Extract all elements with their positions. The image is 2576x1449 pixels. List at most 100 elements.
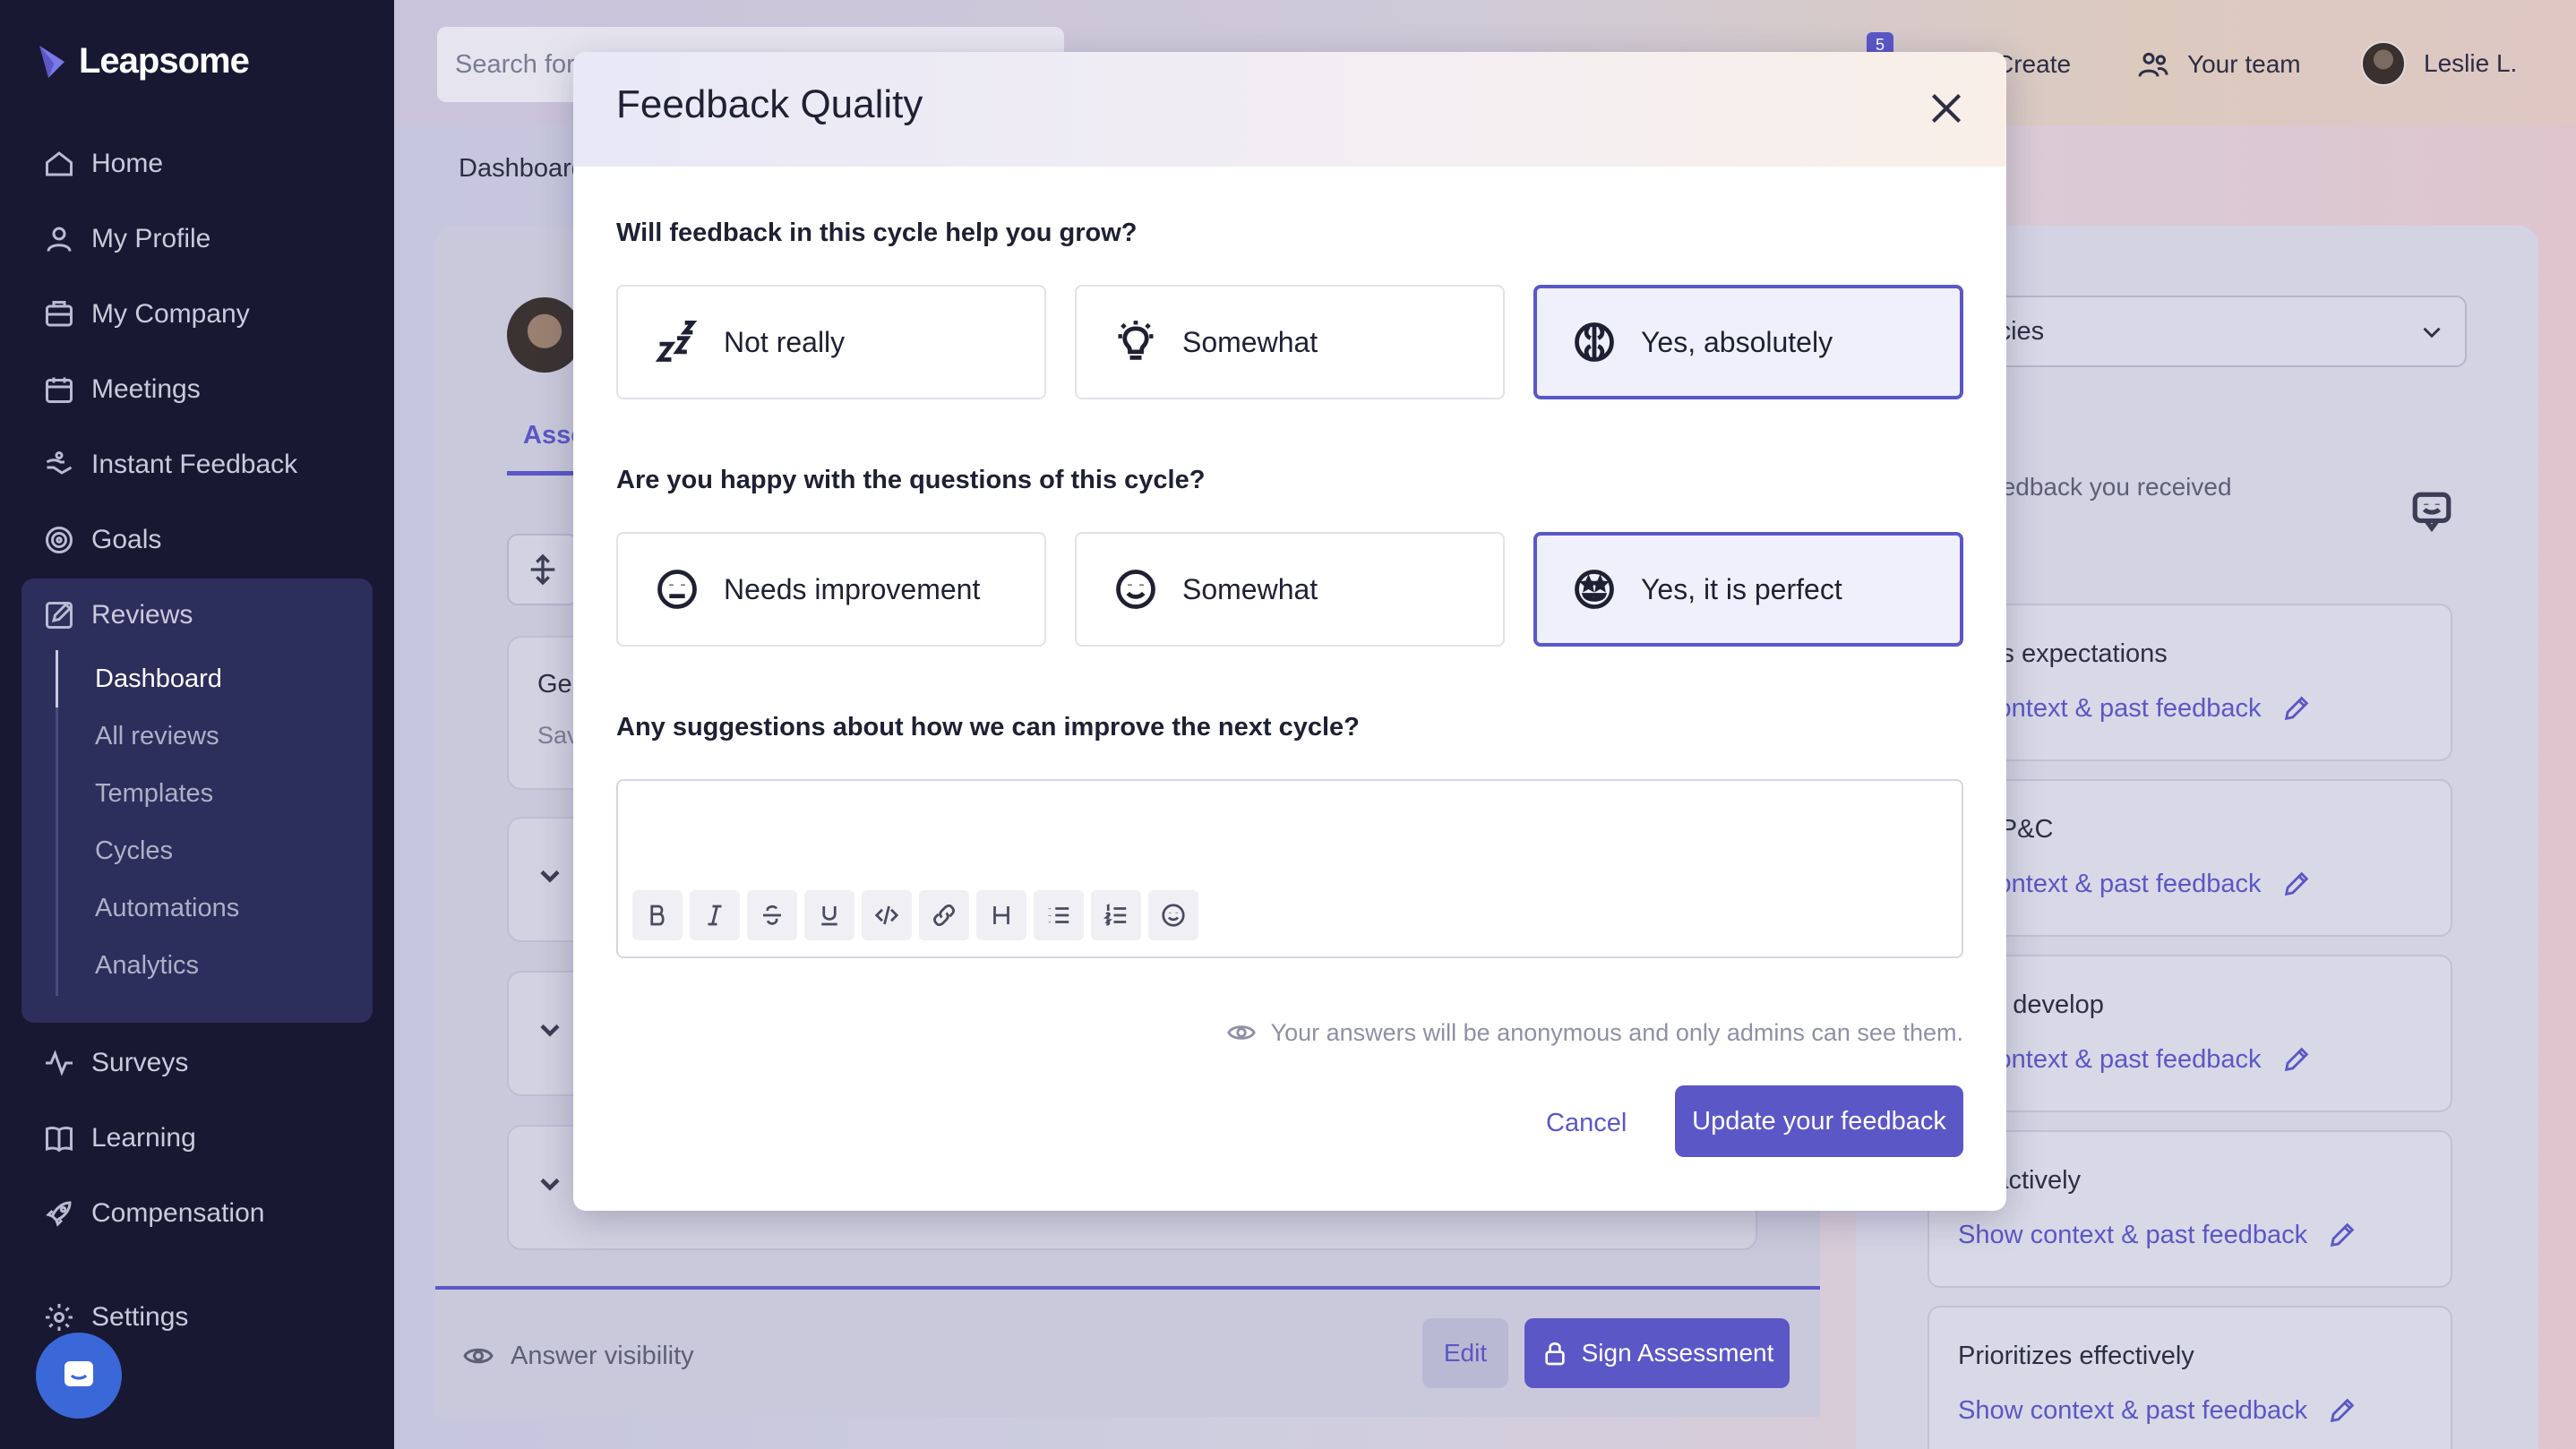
link-icon	[933, 905, 955, 926]
sidebar-subitem-analytics[interactable]: Analytics	[95, 951, 199, 981]
sign-assessment-label: Sign Assessment	[1581, 1339, 1774, 1367]
suggestions-editor[interactable]	[616, 779, 1963, 958]
create-button[interactable]: Create	[1996, 50, 2071, 79]
building-icon	[46, 301, 73, 327]
chevron-down-icon	[540, 1178, 560, 1191]
sidebar-item-learning[interactable]: Learning	[43, 1116, 196, 1161]
link-label: Show context & past feedback	[1958, 1395, 2308, 1425]
calendar-icon	[46, 377, 73, 403]
answer-visibility-toggle[interactable]: Answer visibility	[462, 1340, 694, 1372]
submenu-active-indicator	[56, 650, 58, 707]
eye-icon	[463, 1348, 494, 1364]
sidebar-item-my-profile[interactable]: My Profile	[43, 217, 210, 262]
sidebar-item-goals[interactable]: Goals	[43, 518, 161, 562]
bold-button[interactable]	[632, 890, 683, 940]
answer-visibility-label: Answer visibility	[511, 1341, 694, 1370]
sidebar-item-meetings[interactable]: Meetings	[43, 367, 201, 412]
question-happy: Are you happy with the questions of this…	[616, 466, 1206, 494]
option-yes-absolutely[interactable]: Yes, absolutely	[1533, 285, 1963, 399]
emoji-icon	[1162, 904, 1185, 927]
expand-collapse-button[interactable]	[507, 534, 579, 605]
sidebar-item-reviews[interactable]: Reviews	[43, 593, 193, 638]
formatting-toolbar	[632, 890, 1198, 940]
avatar	[2361, 41, 2406, 86]
sidebar-subitem-all-reviews[interactable]: All reviews	[95, 722, 219, 751]
team-icon	[2138, 52, 2168, 77]
close-icon[interactable]	[1924, 86, 1969, 131]
expand-icon	[530, 553, 555, 586]
code-button[interactable]	[862, 890, 912, 940]
sidebar-item-home[interactable]: Home	[43, 141, 163, 186]
chevron-down-icon	[2423, 327, 2441, 339]
bullet-list-button[interactable]	[1034, 890, 1084, 940]
sidebar-item-label: Settings	[91, 1302, 189, 1332]
lightbulb-icon	[1118, 321, 1154, 360]
rocket-icon	[46, 1201, 72, 1227]
bold-icon	[650, 905, 665, 926]
target-icon	[46, 527, 73, 553]
card-title: Ge	[537, 670, 572, 699]
emoji-button[interactable]	[1148, 890, 1198, 940]
breadcrumb[interactable]: Dashboard	[459, 154, 586, 184]
feedback-quality-modal: Feedback Quality Will feedback in this c…	[573, 52, 2006, 1211]
user-name: Leslie L.	[2424, 49, 2518, 77]
sidebar-item-instant-feedback[interactable]: Instant Feedback	[43, 442, 297, 487]
sidebar-item-label: Meetings	[91, 374, 201, 404]
chevron-down-icon	[540, 1024, 560, 1037]
your-team-button[interactable]: Your team	[2135, 47, 2301, 82]
hand-icon	[46, 451, 73, 475]
sidebar-subitem-automations[interactable]: Automations	[95, 894, 239, 923]
message-smile-icon[interactable]	[2409, 489, 2454, 534]
sidebar-subitem-dashboard[interactable]: Dashboard	[95, 664, 222, 694]
cancel-button[interactable]: Cancel	[1546, 1109, 1627, 1138]
sidebar-item-label: Compensation	[91, 1198, 265, 1228]
suggestions-text[interactable]	[636, 799, 1944, 870]
heading-button[interactable]	[976, 890, 1026, 940]
sidebar-subitem-templates[interactable]: Templates	[95, 779, 213, 809]
edit-button[interactable]: Edit	[1422, 1318, 1508, 1388]
sidebar-item-compensation[interactable]: Compensation	[43, 1191, 264, 1236]
option-label: Somewhat	[1182, 325, 1318, 358]
sidebar-subitem-cycles[interactable]: Cycles	[95, 836, 173, 866]
show-context-link[interactable]: Show context & past feedback	[1958, 1395, 2357, 1426]
underline-button[interactable]	[804, 890, 854, 940]
star-eyes-face-icon	[1575, 570, 1614, 609]
pencil-icon[interactable]	[2281, 1044, 2312, 1075]
option-somewhat-happy[interactable]: Somewhat	[1075, 532, 1505, 647]
sidebar-item-label: My Profile	[91, 224, 211, 253]
show-context-link[interactable]: w context & past feedback	[1958, 869, 2312, 899]
chat-launcher-button[interactable]	[36, 1333, 122, 1419]
logo[interactable]: Leapsome	[36, 41, 250, 81]
leapsome-logo-icon	[39, 45, 64, 78]
italic-icon	[708, 905, 722, 926]
option-yes-perfect[interactable]: Yes, it is perfect	[1533, 532, 1963, 647]
numbered-list-button[interactable]	[1091, 890, 1141, 940]
sign-assessment-button[interactable]: Sign Assessment	[1524, 1318, 1790, 1388]
pencil-icon[interactable]	[2327, 1220, 2357, 1250]
pencil-icon[interactable]	[2281, 869, 2312, 899]
option-somewhat-grow[interactable]: Somewhat	[1075, 285, 1505, 399]
option-needs-improvement[interactable]: Needs improvement	[616, 532, 1046, 647]
sidebar-item-surveys[interactable]: Surveys	[43, 1041, 188, 1085]
competency-title: Prioritizes effectively	[1958, 1342, 2194, 1370]
chat-icon	[64, 1361, 93, 1386]
sidebar-item-label: Instant Feedback	[91, 450, 298, 479]
anonymity-note: Your answers will be anonymous and only …	[1226, 1017, 1963, 1048]
strikethrough-button[interactable]	[747, 890, 797, 940]
show-context-link[interactable]: Show context & past feedback	[1958, 1220, 2357, 1250]
link-button[interactable]	[919, 890, 969, 940]
sidebar-item-label: Surveys	[91, 1048, 189, 1077]
sidebar-item-my-company[interactable]: My Company	[43, 292, 250, 337]
italic-button[interactable]	[690, 890, 740, 940]
gear-icon	[46, 1304, 73, 1331]
option-label: Not really	[724, 325, 846, 358]
pencil-icon[interactable]	[2327, 1395, 2357, 1426]
update-feedback-button[interactable]: Update your feedback	[1675, 1085, 1963, 1157]
user-menu[interactable]: Leslie L.	[2361, 41, 2517, 86]
show-context-link[interactable]: w context & past feedback	[1958, 693, 2312, 724]
bullet-list-icon	[1048, 907, 1069, 923]
sidebar-item-settings[interactable]: Settings	[43, 1295, 188, 1340]
pencil-icon[interactable]	[2281, 693, 2312, 724]
show-context-link[interactable]: w context & past feedback	[1958, 1044, 2312, 1075]
option-not-really[interactable]: Not really	[616, 285, 1046, 399]
